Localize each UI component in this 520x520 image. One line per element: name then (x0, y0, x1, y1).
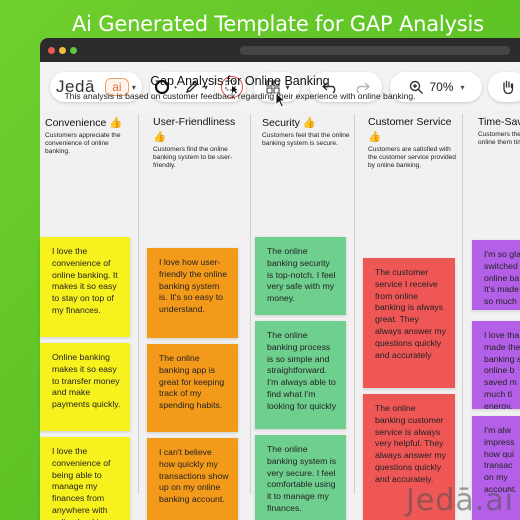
sticky-note[interactable]: The customer service I receive from onli… (363, 258, 455, 388)
minimize-window-button[interactable] (59, 47, 66, 54)
document-title: Gap Analysis for Online Banking (150, 74, 330, 88)
column-header: User-Friendliness (153, 116, 236, 128)
sticky-note[interactable]: The online banking app is great for keep… (147, 344, 238, 432)
hand-pill (488, 72, 520, 102)
column-description: Customers the online them time. (478, 131, 520, 146)
banner-title: Ai Generated Template for GAP Analysis (72, 12, 484, 36)
sticky-note[interactable]: I love how user-friendly the online bank… (147, 248, 238, 338)
column-description: Customers are satisfied with the custome… (368, 146, 456, 169)
jeda-watermark-logo: Jedā.ai (406, 483, 514, 518)
column-divider (250, 114, 251, 494)
column-divider (462, 114, 463, 494)
sticky-note[interactable]: I love the convenience of online banking… (40, 237, 130, 337)
maximize-window-button[interactable] (70, 47, 77, 54)
sticky-note[interactable]: I can't believe how quickly my transacti… (147, 438, 238, 520)
sticky-note[interactable]: The online banking system is very secure… (255, 435, 346, 520)
column-header-emoji: 👍 (368, 131, 382, 143)
sticky-note[interactable]: The online banking security is top-notch… (255, 237, 346, 315)
column-description: Customers find the online banking system… (153, 146, 233, 169)
column-header: Security 👍 (262, 117, 316, 129)
column-header: Customer Service (368, 116, 452, 128)
address-bar[interactable] (240, 46, 510, 55)
close-window-button[interactable] (48, 47, 55, 54)
column-header: Convenience 👍 (45, 117, 123, 129)
column-description: Customers feel that the online banking s… (262, 132, 350, 147)
hand-tool-icon[interactable] (499, 78, 517, 96)
sticky-note[interactable]: Online banking makes it so easy to trans… (40, 343, 130, 431)
column-description: Customers appreciate the convenience of … (45, 132, 121, 155)
sticky-note[interactable]: I love tha made the banking s online b s… (472, 321, 520, 409)
column-divider (138, 114, 139, 494)
title-bar (40, 38, 520, 62)
sticky-note[interactable]: I'm so gla switched online ba It's made … (472, 240, 520, 310)
column-header-emoji: 👍 (153, 131, 167, 143)
sticky-note[interactable]: The online banking process is so simple … (255, 321, 346, 429)
document-subtitle: This analysis is based on customer feedb… (64, 91, 416, 101)
column-divider (354, 114, 355, 494)
column-header: Time-Savi (478, 116, 520, 128)
sticky-note[interactable]: I love the convenience of being able to … (40, 437, 130, 520)
